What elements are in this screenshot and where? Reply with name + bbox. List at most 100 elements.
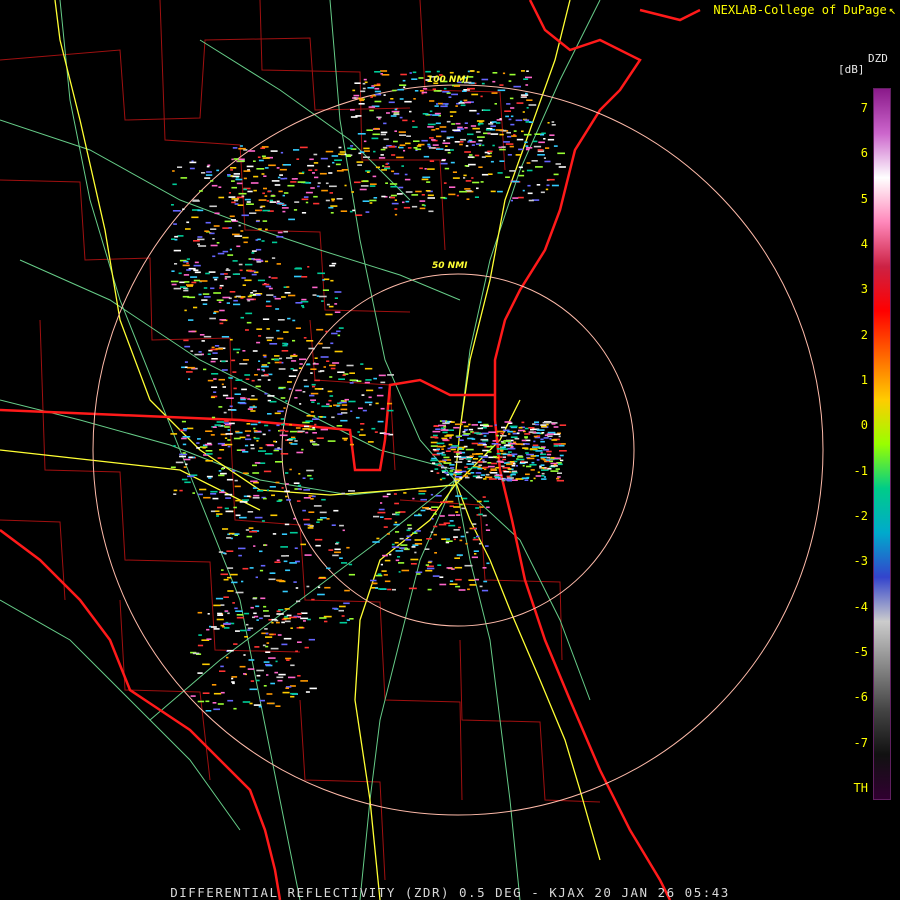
echo-pixel (289, 531, 298, 534)
echo-pixel (436, 472, 440, 474)
echo-pixel (213, 292, 221, 294)
echo-pixel (312, 427, 315, 429)
echo-pixel (303, 379, 308, 381)
echo-pixel (306, 363, 310, 365)
echo-pixel (231, 158, 234, 161)
echo-pixel (213, 378, 217, 380)
echo-pixel (305, 191, 313, 194)
echo-pixel (224, 423, 232, 426)
echo-pixel (295, 267, 302, 269)
echo-pixel (267, 362, 271, 364)
echo-pixel (283, 407, 286, 409)
echo-pixel (185, 463, 188, 466)
echo-pixel (193, 306, 198, 309)
echo-pixel (328, 172, 333, 174)
echo-pixel (202, 663, 210, 666)
echo-pixel (470, 125, 477, 127)
echo-pixel (422, 176, 431, 179)
echo-pixel (243, 188, 247, 191)
echo-pixel (211, 416, 216, 419)
echo-pixel (424, 168, 427, 170)
echo-pixel (359, 188, 367, 191)
echo-pixel (402, 79, 406, 82)
echo-pixel (550, 457, 555, 459)
echo-pixel (307, 474, 312, 477)
echo-pixel (182, 443, 187, 446)
echo-pixel (362, 200, 370, 202)
echo-pixel (340, 408, 348, 411)
echo-pixel (272, 533, 277, 535)
echo-pixel (234, 235, 243, 237)
echo-pixel (553, 445, 559, 447)
echo-pixel (478, 542, 482, 545)
echo-pixel (231, 180, 235, 182)
echo-pixel (184, 361, 188, 363)
echo-pixel (464, 564, 473, 567)
echo-pixel (490, 125, 494, 127)
echo-pixel (378, 117, 381, 120)
echo-pixel (211, 373, 219, 375)
echo-pixel (183, 458, 191, 461)
echo-pixel (533, 477, 536, 480)
echo-pixel (186, 269, 191, 271)
echo-pixel (311, 598, 315, 601)
echo-pixel (263, 605, 267, 608)
echo-pixel (231, 359, 236, 362)
echo-pixel (341, 615, 345, 617)
echo-pixel (490, 133, 499, 135)
echo-pixel (217, 506, 223, 509)
echo-pixel (538, 447, 544, 449)
echo-pixel (482, 567, 487, 569)
echo-pixel (349, 443, 354, 446)
echo-pixel (459, 539, 463, 542)
echo-pixel (383, 122, 387, 125)
echo-pixel (261, 173, 265, 175)
echo-pixel (237, 204, 244, 206)
echo-pixel (473, 537, 476, 539)
echo-pixel (387, 409, 394, 412)
echo-pixel (414, 543, 423, 545)
echo-pixel (371, 427, 376, 430)
echo-pixel (427, 561, 432, 564)
echo-pixel (334, 311, 341, 313)
echo-pixel (236, 614, 244, 616)
echo-pixel (399, 537, 404, 540)
echo-pixel (486, 446, 494, 448)
echo-pixel (269, 633, 274, 636)
echo-pixel (214, 278, 218, 281)
echo-pixel (349, 372, 355, 374)
echo-pixel (473, 550, 479, 552)
echo-pixel (184, 281, 190, 283)
echo-pixel (516, 432, 520, 434)
echo-pixel (255, 605, 260, 608)
echo-pixel (433, 525, 438, 528)
echo-pixel (252, 290, 257, 292)
echo-pixel (260, 564, 266, 567)
echo-pixel (455, 105, 458, 107)
echo-pixel (427, 194, 434, 197)
echo-pixel (490, 472, 498, 474)
echo-pixel (375, 166, 380, 169)
echo-pixel (218, 378, 225, 381)
echo-pixel (482, 514, 487, 517)
echo-pixel (288, 375, 297, 377)
echo-pixel (494, 477, 501, 479)
echo-pixel (173, 445, 176, 447)
echo-pixel (259, 206, 263, 209)
echo-pixel (308, 347, 315, 350)
echo-pixel (422, 507, 429, 509)
echo-pixel (280, 177, 285, 180)
echo-pixel (481, 173, 489, 176)
echo-pixel (190, 350, 194, 352)
echo-pixel (230, 169, 233, 171)
echo-pixel (217, 457, 222, 459)
echo-pixel (339, 151, 346, 153)
echo-pixel (232, 602, 235, 604)
echo-pixel (281, 423, 285, 426)
echo-pixel (210, 510, 216, 513)
echo-pixel (243, 654, 246, 656)
echo-pixel (269, 201, 277, 203)
echo-pixel (459, 458, 464, 460)
echo-pixel (479, 506, 484, 508)
echo-pixel (340, 210, 348, 212)
